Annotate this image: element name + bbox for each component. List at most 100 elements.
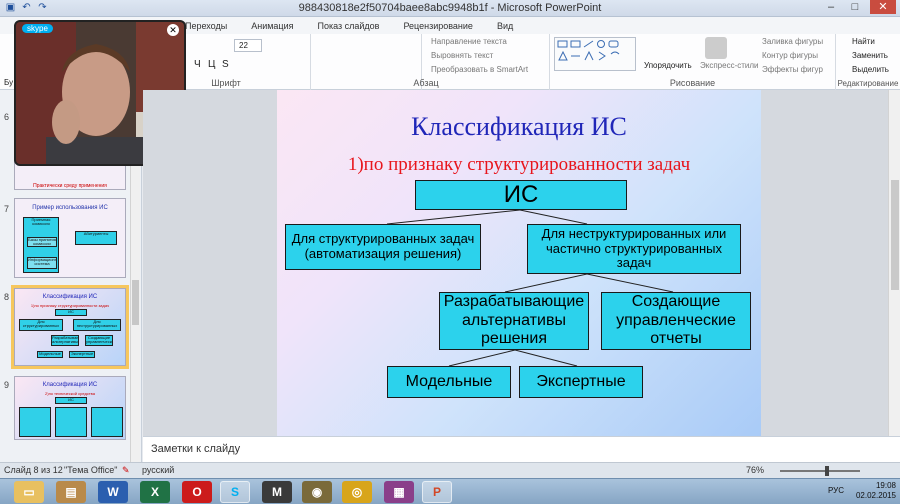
thumb-number-7: 7	[4, 204, 10, 214]
thumb9-box-2	[55, 407, 87, 437]
thumb8-structured: Для структурированных задач	[19, 319, 63, 331]
slide-counter: Слайд 8 из 12	[4, 465, 63, 475]
slide-thumbnail-8[interactable]: Классификация ИС 1)по признаку структури…	[11, 285, 129, 369]
title-bar: ▣ ↶ ↷ 988430818e2f50704baee8abc9948b1f -…	[0, 0, 900, 17]
zoom-slider-knob[interactable]	[825, 466, 829, 476]
thumb7-box-system: Информационная система	[27, 257, 57, 269]
tab-transitions[interactable]: Переходы	[185, 21, 227, 31]
thumb9-title: Классификация ИС	[42, 382, 98, 388]
slide-scrollbar[interactable]	[888, 90, 900, 436]
archive-icon[interactable]: ▤	[56, 481, 86, 503]
media-icon[interactable]: M	[262, 481, 292, 503]
arrange-button[interactable]: Упорядочить	[644, 61, 692, 70]
strikethrough-button[interactable]: S	[222, 59, 229, 70]
minimize-button[interactable]: –	[822, 0, 840, 14]
slide-thumbnail-9[interactable]: Классификация ИС 2)по технической средст…	[14, 376, 126, 440]
thumb9-subtitle: 2)по технической средства	[45, 391, 95, 396]
language-indicator[interactable]: русский	[142, 465, 174, 475]
tab-view[interactable]: Вид	[497, 21, 513, 31]
close-icon[interactable]: ✕	[167, 24, 179, 36]
node-expert[interactable]: Экспертные	[519, 366, 643, 398]
paragraph-group-label: Абзац	[413, 78, 439, 88]
thumbnail-scrollbar-thumb[interactable]	[132, 280, 139, 325]
explorer-icon[interactable]: ▭	[14, 481, 44, 503]
editing-group-label: Редактирование	[837, 79, 899, 88]
paragraph-group: Направление текста Выровнять текст Преоб…	[310, 34, 550, 90]
thumb8-subtitle: 1)по признаку структурированности задач	[30, 303, 110, 308]
system-tray: РУС 19:08 02.02.2015	[828, 481, 896, 501]
taskbar: ▭ ▤ W X O S M ◉ ◎ ▦ P РУС 19:08 02.02.20…	[0, 478, 900, 504]
close-button[interactable]: ✕	[870, 0, 896, 14]
theme-name[interactable]: "Тема Office"	[64, 465, 117, 475]
current-slide[interactable]: Классификация ИС 1)по признаку структури…	[277, 90, 761, 436]
find-button[interactable]: Найти	[852, 37, 875, 46]
align-text-button[interactable]: Выровнять текст	[431, 51, 493, 60]
powerpoint-icon[interactable]: P	[422, 481, 452, 503]
node-is[interactable]: ИС	[415, 180, 627, 210]
smartart-button[interactable]: Преобразовать в SmartArt	[431, 65, 528, 74]
slide-thumbnail-7[interactable]: Пример использования ИС Приемная комисси…	[14, 198, 126, 278]
opera-icon[interactable]: O	[182, 481, 212, 503]
skype-icon[interactable]: S	[220, 481, 250, 503]
maximize-button[interactable]: □	[846, 0, 864, 14]
thumb-number-9: 9	[4, 380, 10, 390]
notes-placeholder: Заметки к слайду	[151, 443, 241, 455]
thumb-number-8: 8	[4, 292, 10, 302]
shape-effects-button[interactable]: Эффекты фигур	[762, 65, 823, 74]
font-group-label: Шрифт	[211, 78, 241, 88]
underline-button[interactable]: Ц	[208, 59, 215, 70]
word-icon[interactable]: W	[98, 481, 128, 503]
winrar-icon[interactable]: ▦	[384, 481, 414, 503]
editing-group: Найти Заменить Выделить Редактирование	[836, 34, 900, 90]
shape-fill-button[interactable]: Заливка фигуры	[762, 37, 823, 46]
tab-animation[interactable]: Анимация	[251, 21, 293, 31]
shapes-icon	[557, 40, 620, 61]
chrome-icon[interactable]: ◎	[342, 481, 372, 503]
thumb8-reports: Создающие управленческие отчеты	[85, 335, 113, 346]
thumb7-title: Пример использования ИС	[32, 205, 108, 211]
thumb6-caption: Практически среду применения	[33, 183, 107, 189]
notes-pane[interactable]: Заметки к слайду	[143, 436, 900, 462]
shapes-gallery[interactable]	[554, 37, 636, 71]
clock-date[interactable]: 02.02.2015	[856, 491, 896, 501]
replace-button[interactable]: Заменить	[852, 51, 888, 60]
excel-icon[interactable]: X	[140, 481, 170, 503]
quick-styles-button[interactable]: Экспресс-стили	[700, 61, 759, 70]
window-controls: – □ ✕	[822, 0, 896, 14]
zoom-slider[interactable]	[780, 466, 860, 476]
skype-logo: skype	[22, 24, 53, 33]
thumb8-alternatives: Разрабатывающие альтернативы решения	[51, 335, 79, 346]
thumb7-box-applicants: Абитуриенты	[75, 231, 117, 245]
thumb8-title: Классификация ИС	[42, 294, 98, 300]
node-alternatives[interactable]: Разрабатывающие альтернативы решения	[439, 292, 589, 350]
spellcheck-icon[interactable]: ✎	[122, 465, 130, 476]
font-size-field[interactable]: 22	[234, 39, 262, 52]
clock-time[interactable]: 19:08	[856, 481, 896, 491]
clipboard-group-label: Бу	[4, 78, 14, 87]
tab-review[interactable]: Рецензирование	[403, 21, 473, 31]
shape-outline-button[interactable]: Контур фигуры	[762, 51, 818, 60]
video-icon[interactable]: ◉	[302, 481, 332, 503]
node-unstructured[interactable]: Для неструктурированных или частично стр…	[527, 224, 741, 274]
thumb9-root: ИС	[55, 397, 87, 404]
keyboard-language[interactable]: РУС	[828, 486, 844, 496]
select-button[interactable]: Выделить	[852, 65, 889, 74]
tab-slideshow[interactable]: Показ слайдов	[317, 21, 379, 31]
thumb8-expert: Экспертные	[69, 351, 95, 358]
node-reports[interactable]: Создающие управленческие отчеты	[601, 292, 751, 350]
quick-styles-icon[interactable]	[705, 37, 727, 59]
thumb7-box-database: Базы принятия комиссии	[27, 237, 57, 247]
drawing-group-label: Рисование	[669, 78, 716, 88]
text-direction-button[interactable]: Направление текста	[431, 37, 507, 46]
thumb8-unstructured: Для неструктурированных	[73, 319, 121, 331]
slide-scrollbar-thumb[interactable]	[891, 180, 899, 290]
status-bar: Слайд 8 из 12 "Тема Office" ✎ русский 76…	[0, 462, 900, 478]
thumb8-root: ИС	[55, 309, 87, 316]
slide-editor: Классификация ИС 1)по признаку структури…	[143, 90, 888, 436]
italic-button[interactable]: Ч	[194, 59, 201, 70]
thumb9-box-1	[19, 407, 51, 437]
node-structured[interactable]: Для структурированных задач (автоматизац…	[285, 224, 481, 270]
thumb9-box-3	[91, 407, 123, 437]
zoom-level[interactable]: 76%	[746, 465, 764, 475]
node-model[interactable]: Модельные	[387, 366, 511, 398]
